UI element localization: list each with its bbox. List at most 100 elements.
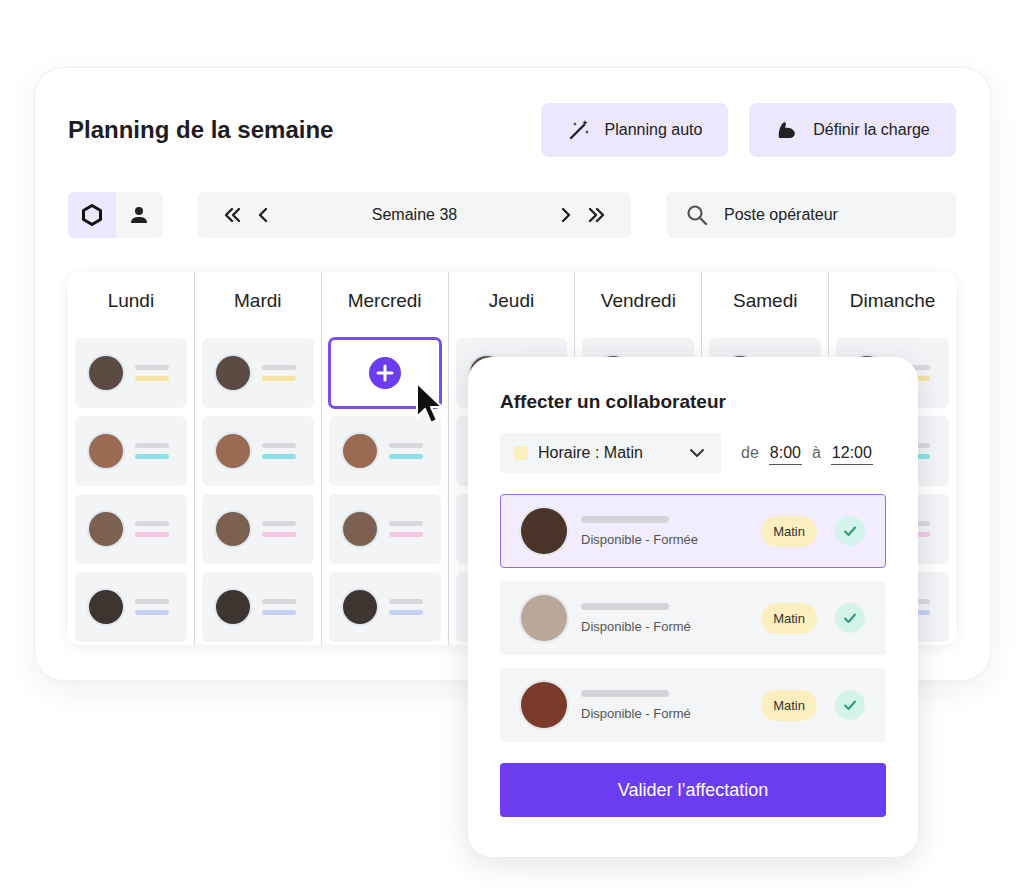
- shift-color-bar: [389, 532, 423, 537]
- search-icon: [686, 204, 708, 226]
- avatar-photo: [89, 512, 123, 546]
- last-week-icon[interactable]: [585, 204, 607, 226]
- person-view-button[interactable]: [116, 192, 164, 238]
- end-time-field[interactable]: 12:00: [831, 442, 873, 465]
- avatar-photo: [89, 356, 123, 390]
- next-week-icon[interactable]: [555, 204, 577, 226]
- station-view-button[interactable]: [68, 192, 116, 238]
- slot-lines: [135, 521, 169, 537]
- name-bar: [389, 521, 423, 526]
- avatar-photo: [216, 434, 250, 468]
- slot-wrapper: [202, 416, 314, 486]
- chevron-down-icon: [687, 443, 707, 463]
- shift-slot[interactable]: [75, 572, 187, 642]
- shift-color-bar: [389, 610, 423, 615]
- day-header: Dimanche: [836, 272, 949, 330]
- day-header: Lundi: [75, 272, 187, 330]
- time-range: de8:00à12:00: [741, 442, 873, 465]
- shift-label: Horaire : Matin: [538, 444, 677, 462]
- slot-lines: [389, 521, 423, 537]
- avatar-photo: [343, 590, 377, 624]
- search-field: [666, 192, 956, 238]
- slot-lines: [135, 443, 169, 459]
- day-header: Mardi: [202, 272, 314, 330]
- check-badge: [835, 690, 865, 720]
- name-bar: [389, 599, 423, 604]
- person-icon: [129, 205, 149, 225]
- shift-color-bar: [135, 610, 169, 615]
- slot-lines: [262, 521, 296, 537]
- shift-slot[interactable]: [202, 416, 314, 486]
- pointer-cursor-icon: [414, 381, 444, 427]
- slot-wrapper: [329, 416, 441, 486]
- candidate-status: Disponible - Formée: [581, 532, 761, 547]
- candidate-row[interactable]: Disponible - ForméMatin: [500, 581, 886, 655]
- slot-wrapper: [329, 572, 441, 642]
- shift-slot[interactable]: [202, 494, 314, 564]
- avatar-photo: [89, 590, 123, 624]
- name-bar: [262, 443, 296, 448]
- slot-lines: [262, 365, 296, 381]
- day-header: Mercredi: [329, 272, 441, 330]
- confirm-button[interactable]: Valider l’affectation: [500, 763, 886, 817]
- shift-tag: Matin: [761, 603, 817, 634]
- candidate-row[interactable]: Disponible - ForméMatin: [500, 668, 886, 742]
- shift-slot[interactable]: [75, 416, 187, 486]
- shift-slot[interactable]: [75, 338, 187, 408]
- check-icon: [842, 697, 858, 713]
- shift-slot[interactable]: [202, 338, 314, 408]
- avatar-photo: [216, 356, 250, 390]
- start-time-field[interactable]: 8:00: [769, 442, 802, 465]
- shift-dropdown[interactable]: Horaire : Matin: [500, 433, 721, 473]
- day-header: Vendredi: [582, 272, 694, 330]
- candidate-status: Disponible - Formé: [581, 619, 761, 634]
- avatar-photo: [343, 434, 377, 468]
- check-icon: [842, 523, 858, 539]
- header: Planning de la semainePlanning autoDéfin…: [68, 103, 956, 157]
- slot-lines: [389, 443, 423, 459]
- name-bar: [262, 599, 296, 604]
- slot-wrapper: [202, 494, 314, 564]
- avatar-photo: [521, 508, 567, 554]
- previous-week-icon[interactable]: [252, 204, 274, 226]
- slot-lines: [262, 599, 296, 615]
- shift-slot[interactable]: [75, 494, 187, 564]
- name-bar: [135, 443, 169, 448]
- shift-color-bar: [135, 532, 169, 537]
- search-input[interactable]: [722, 205, 936, 225]
- first-week-icon[interactable]: [222, 204, 244, 226]
- name-bar: [581, 690, 669, 697]
- view-toggle: [68, 192, 163, 238]
- button-label: Définir la charge: [813, 121, 930, 139]
- week-navigator: Semaine 38: [198, 192, 631, 238]
- shift-color-swatch: [514, 446, 528, 460]
- slot-wrapper: [75, 338, 187, 408]
- slot-lines: [135, 599, 169, 615]
- day-column: Mercredi: [322, 272, 449, 645]
- slot-wrapper: [202, 338, 314, 408]
- shift-slot[interactable]: [329, 494, 441, 564]
- shift-slot[interactable]: [329, 416, 441, 486]
- shift-tag: Matin: [761, 690, 817, 721]
- name-bar: [135, 365, 169, 370]
- assign-popup: Affecter un collaborateurHoraire : Matin…: [468, 357, 918, 857]
- magic-wand-icon: [567, 118, 591, 142]
- auto-planning-button[interactable]: Planning auto: [541, 103, 728, 157]
- plus-icon: [368, 356, 402, 390]
- name-bar: [135, 599, 169, 604]
- shift-color-bar: [262, 532, 296, 537]
- name-bar: [262, 365, 296, 370]
- name-bar: [389, 443, 423, 448]
- candidate-info: Disponible - Formé: [581, 603, 761, 634]
- shift-slot[interactable]: [202, 572, 314, 642]
- name-bar: [135, 521, 169, 526]
- avatar-photo: [343, 512, 377, 546]
- candidate-row[interactable]: Disponible - ForméeMatin: [500, 494, 886, 568]
- toolbar: Semaine 38: [68, 192, 956, 238]
- day-header: Samedi: [709, 272, 821, 330]
- avatar-photo: [521, 682, 567, 728]
- slot-lines: [389, 599, 423, 615]
- avatar-photo: [216, 512, 250, 546]
- define-load-button[interactable]: Définir la charge: [749, 103, 956, 157]
- shift-slot[interactable]: [329, 572, 441, 642]
